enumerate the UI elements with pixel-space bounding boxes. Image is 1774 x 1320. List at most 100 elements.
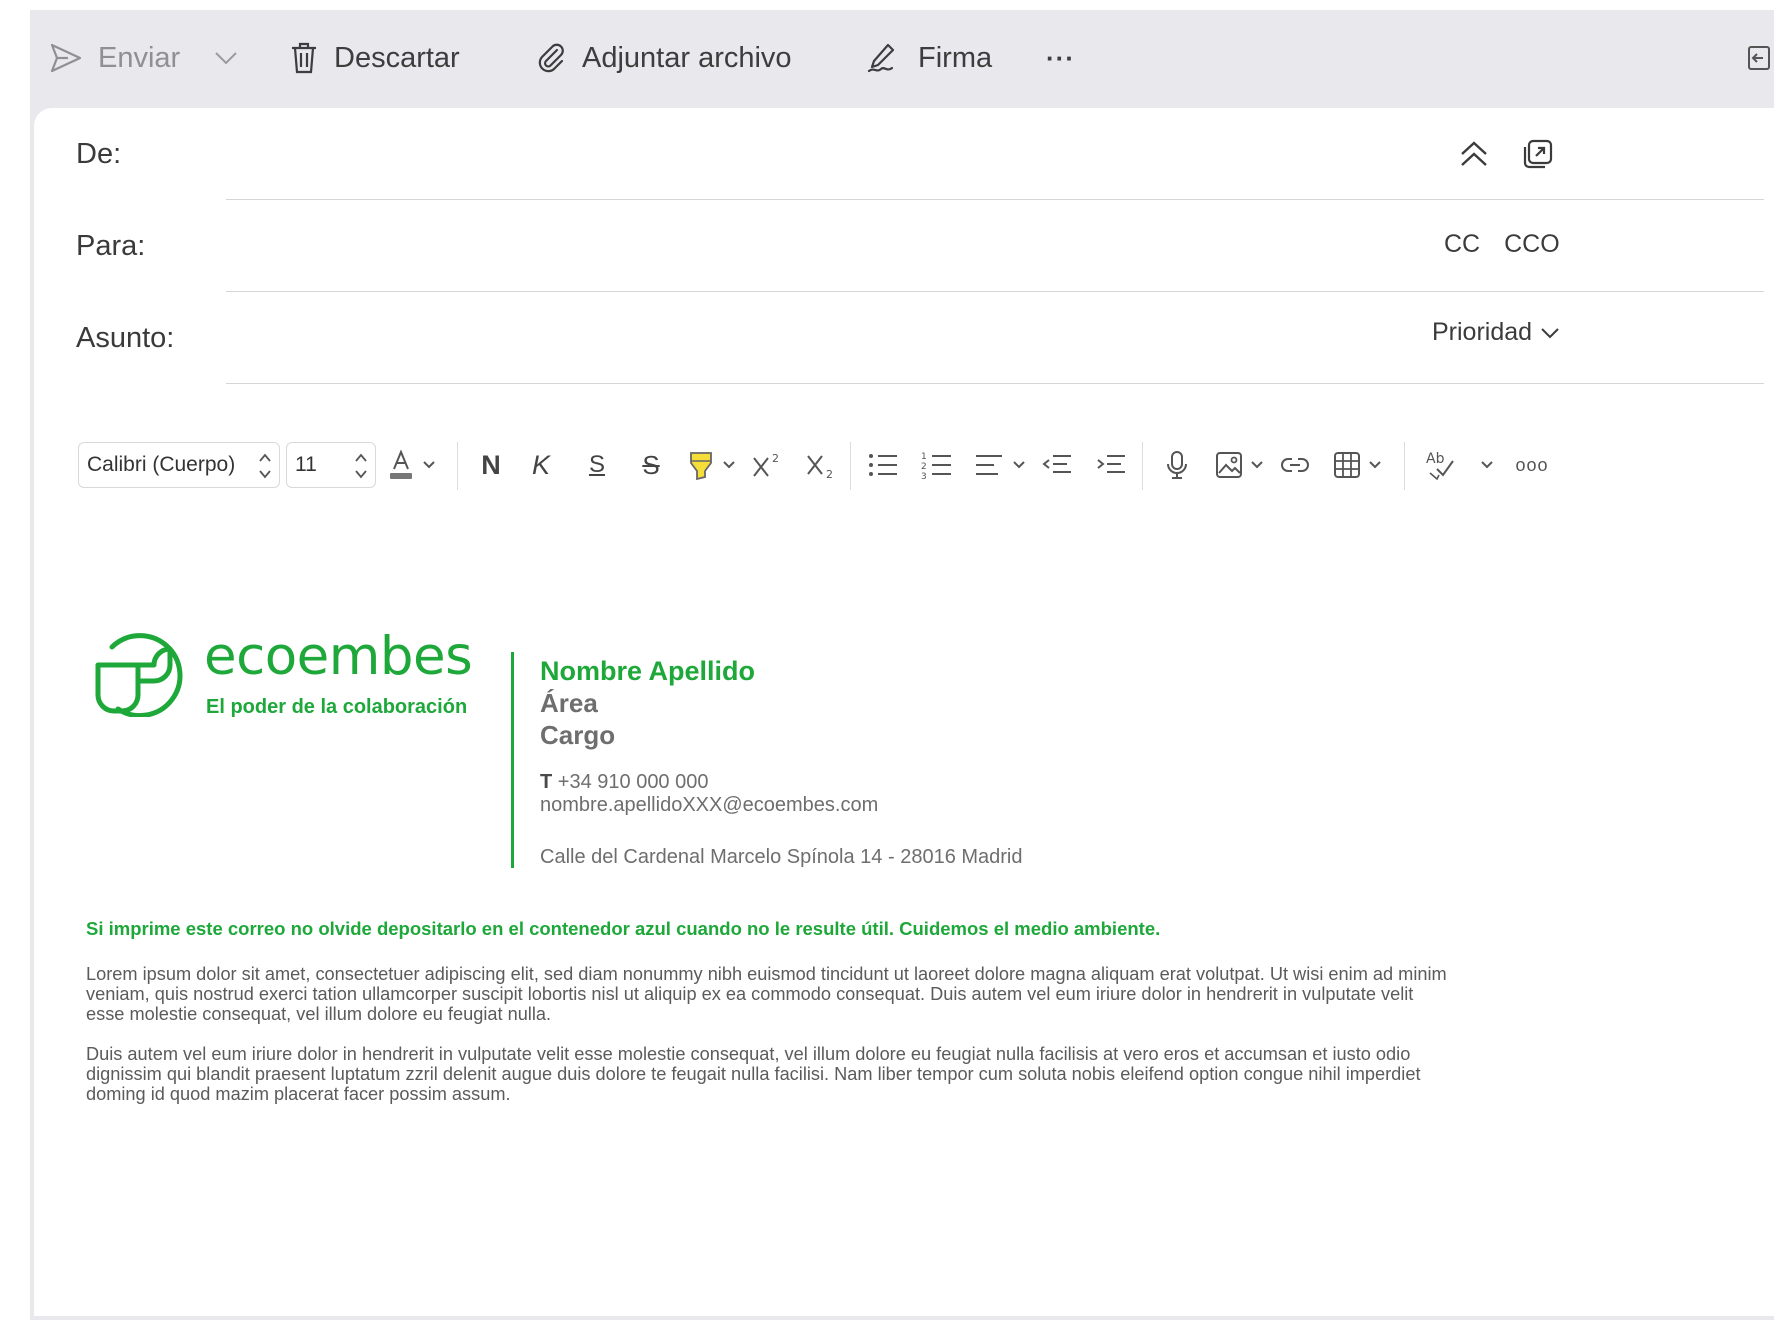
link-icon (1281, 458, 1309, 472)
subject-label: Asunto: (76, 322, 175, 354)
body-line: esse molestie consequat, vel illum dolor… (86, 1004, 552, 1024)
svg-text:2: 2 (921, 462, 927, 472)
subject-field[interactable] (226, 383, 1764, 384)
chevron-down-icon (423, 461, 435, 469)
numbered-list-icon: 123 (921, 452, 951, 480)
signature-button[interactable]: Firma (866, 32, 992, 84)
chevron-down-icon (1369, 461, 1381, 469)
signature-email: nombre.apellidoXXX@ecoembes.com (540, 794, 879, 816)
font-family-value: Calibri (Cuerpo) (87, 453, 236, 476)
stepper-icon (355, 453, 367, 479)
underline-button[interactable]: S (578, 446, 616, 484)
insert-link-button[interactable] (1276, 446, 1314, 484)
svg-text:Ab: Ab (1426, 451, 1445, 467)
insert-picture-button[interactable] (1210, 446, 1248, 484)
more-icon: ··· (1046, 42, 1075, 73)
popout-button[interactable] (1518, 134, 1558, 174)
cc-button[interactable]: CC (1444, 230, 1480, 259)
toolbar-divider (457, 442, 458, 490)
font-color-button[interactable] (382, 446, 420, 484)
brand-name: ecoembes (204, 626, 473, 687)
editor-dropdown[interactable] (1476, 446, 1498, 484)
discard-button[interactable]: Descartar (290, 32, 460, 84)
subscript-button[interactable]: 2 (802, 446, 840, 484)
expand-header-button[interactable] (1454, 134, 1494, 174)
pen-signature-icon (867, 43, 895, 73)
align-dropdown[interactable] (1008, 446, 1030, 484)
increase-indent-button[interactable] (1092, 446, 1130, 484)
body-paragraph[interactable]: Duis autem vel eum iriure dolor in hendr… (86, 1044, 1506, 1104)
font-size-value: 11 (295, 453, 317, 476)
highlight-dropdown[interactable] (718, 446, 740, 484)
font-color-dropdown[interactable] (418, 446, 440, 484)
bcc-button[interactable]: CCO (1504, 230, 1560, 259)
align-left-icon (976, 455, 1002, 475)
send-button[interactable]: Enviar (50, 32, 180, 84)
numbered-list-button[interactable]: 123 (918, 446, 956, 484)
subject-row: Asunto: Prioridad (34, 292, 1774, 384)
subscript-icon: 2 (807, 455, 833, 480)
body-paragraph[interactable]: Lorem ipsum dolor sit amet, consectetuer… (86, 964, 1506, 1024)
body-line: veniam, quis nostrud exerci tation ullam… (86, 984, 1414, 1004)
chevron-down-icon (723, 461, 735, 469)
bullet-list-button[interactable] (864, 446, 902, 484)
signature-role: Cargo (540, 720, 616, 750)
indent-icon (1097, 455, 1125, 473)
priority-button[interactable]: Prioridad (1432, 318, 1560, 347)
align-button[interactable] (970, 446, 1008, 484)
svg-text:2: 2 (826, 468, 833, 480)
font-family-select[interactable]: Calibri (Cuerpo) (78, 442, 280, 488)
body-line: doming id quod mazim placerat facer poss… (86, 1084, 511, 1104)
signature-label: Firma (918, 41, 993, 74)
attach-file-button[interactable]: Adjuntar archivo (538, 32, 792, 84)
signature-area: Área (540, 688, 598, 718)
superscript-button[interactable]: 2 (748, 446, 786, 484)
insert-table-button[interactable] (1328, 446, 1366, 484)
from-row: De: (34, 108, 1774, 200)
italic-icon: K (531, 449, 550, 480)
compose-card: De: Para: CC CCO Asunto: Prioridad Calib… (34, 108, 1774, 1316)
format-toolbar: Calibri (Cuerpo) 11 N K S S 2 2 1 2 3 Ab… (78, 438, 1758, 492)
bold-icon: N (481, 449, 501, 480)
format-more-button[interactable]: ooo (1508, 446, 1556, 484)
send-icon (50, 43, 82, 73)
highlight-button[interactable] (682, 446, 720, 484)
underline-icon: S (588, 451, 605, 478)
signature-divider (511, 652, 514, 868)
insert-picture-dropdown[interactable] (1246, 446, 1268, 484)
chevron-down-icon (1481, 461, 1493, 469)
collapse-pane-button[interactable] (1748, 32, 1770, 84)
strikethrough-icon: S (642, 449, 660, 480)
chevron-down-icon (1251, 461, 1263, 469)
body-line: dignissim qui blandit praesent luptatum … (86, 1064, 1421, 1084)
toolbar-divider (850, 442, 851, 490)
italic-button[interactable]: K (522, 446, 560, 484)
editor-button[interactable]: Ab (1422, 446, 1460, 484)
toolbar-divider (1142, 442, 1143, 490)
brand-tagline: El poder de la colaboración (206, 696, 468, 718)
bold-button[interactable]: N (472, 446, 510, 484)
paperclip-icon (538, 43, 564, 73)
font-size-select[interactable]: 11 (286, 442, 376, 488)
more-options-button[interactable]: ··· (1046, 32, 1075, 84)
ecoembes-logo-icon (95, 633, 183, 717)
send-label: Enviar (98, 41, 181, 74)
stepper-icon (259, 453, 271, 479)
decrease-indent-button[interactable] (1038, 446, 1076, 484)
microphone-icon (1167, 451, 1187, 479)
attach-file-label: Adjuntar archivo (582, 41, 792, 74)
highlighter-icon (690, 452, 712, 481)
double-chevron-up-icon (1461, 141, 1487, 166)
signature-phone: T +34 910 000 000 (540, 771, 708, 794)
priority-label: Prioridad (1432, 318, 1533, 346)
insert-table-dropdown[interactable] (1364, 446, 1386, 484)
overflow-icon: ooo (1515, 454, 1549, 475)
outdent-icon (1042, 455, 1071, 473)
signature-name: Nombre Apellido (540, 656, 756, 686)
dictate-button[interactable] (1158, 446, 1196, 484)
compose-toolbar: Enviar Descartar Adjuntar archivo Firma … (30, 10, 1774, 108)
eco-disclaimer: Si imprime este correo no olvide deposit… (86, 918, 1161, 939)
chevron-down-icon (1013, 461, 1025, 469)
strikethrough-button[interactable]: S (632, 446, 670, 484)
send-options-button[interactable] (214, 32, 238, 84)
